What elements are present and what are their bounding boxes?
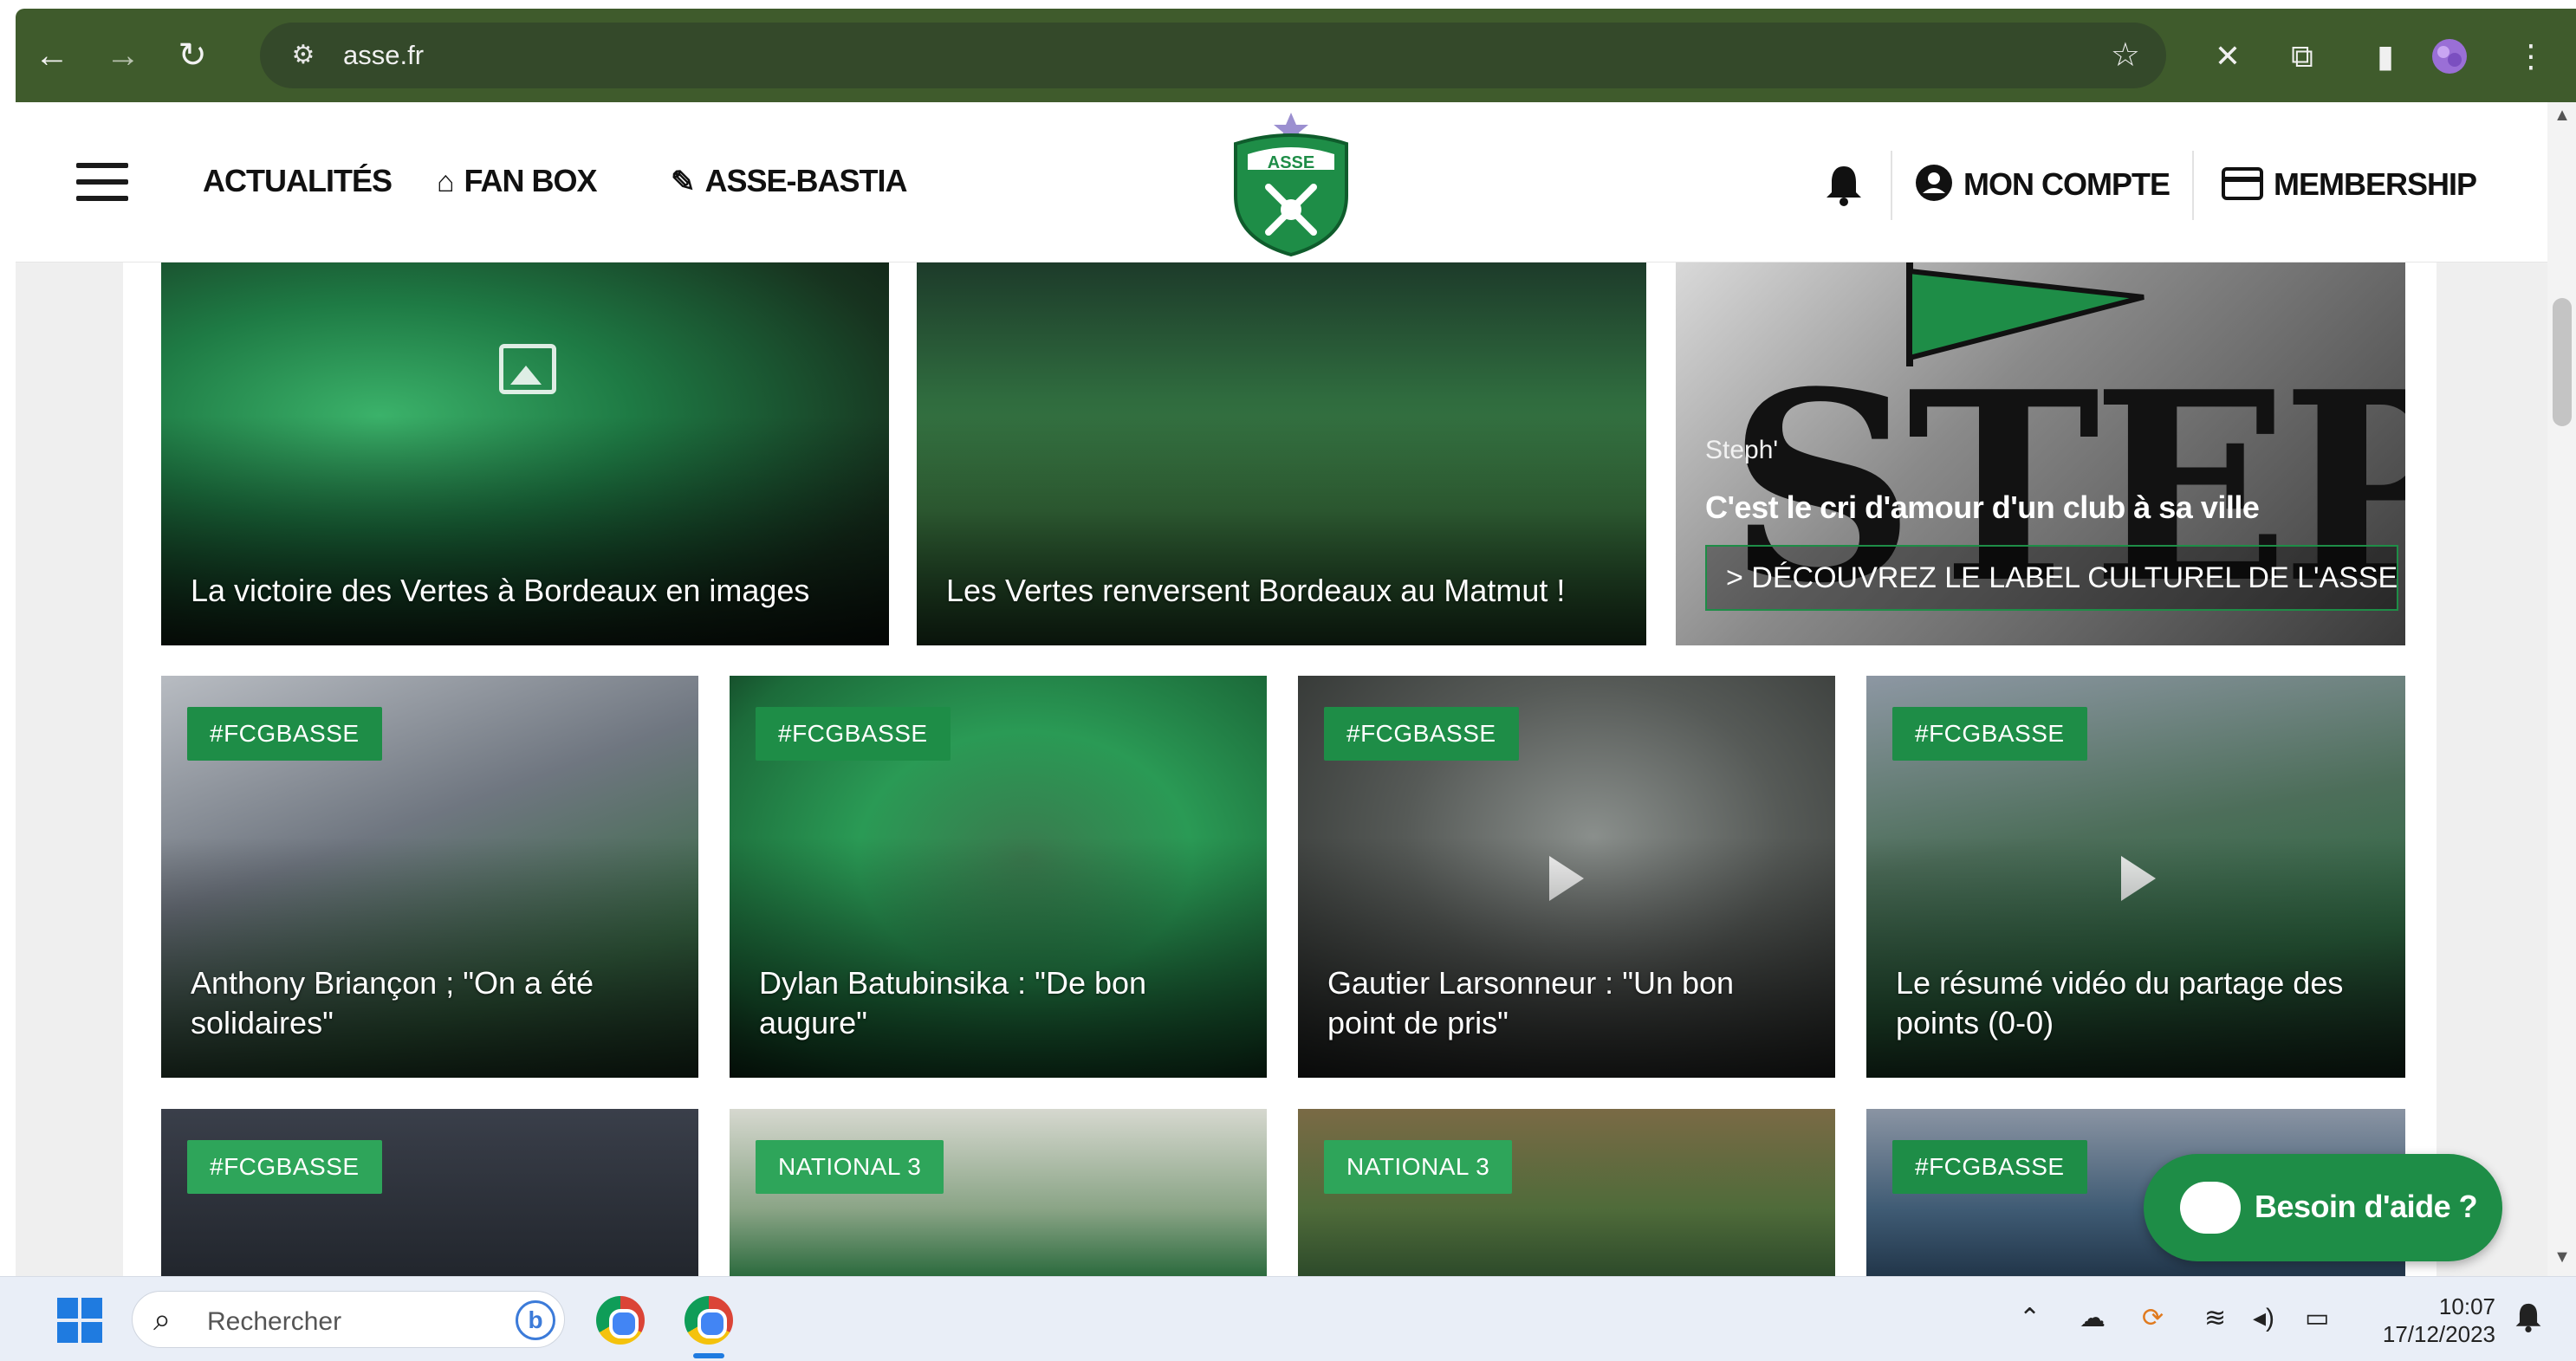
bookmark-star-icon[interactable]: ☆ — [2111, 36, 2140, 75]
chat-bubble-icon — [2180, 1182, 2241, 1234]
wifi-icon[interactable]: ≋ — [2204, 1301, 2226, 1336]
forward-icon[interactable]: → — [102, 35, 144, 76]
back-icon[interactable]: ← — [31, 35, 73, 76]
clock-time: 10:07 — [2438, 1293, 2495, 1319]
ticket-icon: ✎ — [671, 165, 695, 198]
home-icon: ⌂ — [437, 165, 455, 198]
membership-link[interactable]: MEMBERSHIP — [2222, 163, 2477, 207]
category-tag[interactable]: #FCGBASSE — [756, 707, 951, 761]
gallery-icon — [499, 344, 556, 394]
windows-taskbar: ⌕ Rechercher b ⌃ ☁ ⟳ ≋ ◂) ▭ 10:07 17/12/… — [0, 1276, 2576, 1361]
card-title: La victoire des Vertes à Bordeaux en ima… — [191, 573, 810, 608]
nav-fan-box[interactable]: ⌂ FAN BOX — [437, 159, 598, 204]
nav-asse-bastia[interactable]: ✎ ASSE-BASTIA — [671, 159, 908, 204]
scrollbar-thumb[interactable] — [2553, 298, 2572, 426]
steph-promo-card[interactable]: STEPH' Steph' C'est le cri d'amour d'un … — [1676, 262, 2405, 645]
chrome-icon[interactable] — [596, 1296, 645, 1345]
scroll-up-icon[interactable]: ▲ — [2551, 106, 2573, 126]
search-icon: ⌕ — [153, 1301, 172, 1337]
card-icon — [2222, 164, 2263, 207]
url-text[interactable]: asse.fr — [343, 40, 424, 71]
card-title: Anthony Briançon ; "On a été solidaires" — [191, 965, 594, 1040]
help-label: Besoin d'aide ? — [2255, 1189, 2478, 1224]
video-card[interactable]: #FCGBASSE Gautier Larsonneur : "Un bon p… — [1298, 676, 1835, 1078]
promo-title: C'est le cri d'amour d'un club à sa vill… — [1705, 489, 2260, 525]
scroll-down-icon[interactable]: ▼ — [2551, 1248, 2573, 1267]
card-title: Dylan Batubinsika : "De bon augure" — [759, 965, 1147, 1040]
site-header: ACTUALITÉS ⌂ FAN BOX ✎ ASSE-BASTIA ASSE MO… — [16, 102, 2576, 262]
profile-avatar-icon[interactable] — [2430, 36, 2469, 76]
sidepanel-icon[interactable]: ▮ — [2365, 36, 2405, 76]
clock-date: 17/12/2023 — [2382, 1321, 2495, 1347]
category-tag[interactable]: #FCGBASSE — [1324, 707, 1519, 761]
site-info-icon[interactable]: ⚙ — [286, 38, 321, 73]
notification-bell-icon[interactable] — [1825, 163, 1863, 216]
news-card[interactable]: #FCGBASSE Dylan Batubinsika : "De bon au… — [730, 676, 1267, 1078]
taskbar-search[interactable]: ⌕ Rechercher b — [132, 1291, 565, 1348]
video-card[interactable]: #FCGBASSE Le résumé vidéo du partage des… — [1866, 676, 2405, 1078]
divider — [2192, 151, 2194, 220]
news-card[interactable]: #FCGBASSE Anthony Briançon ; "On a été s… — [161, 676, 698, 1078]
battery-icon[interactable]: ▭ — [2305, 1301, 2329, 1336]
news-card[interactable]: Les Vertes renversent Bordeaux au Matmut… — [917, 262, 1646, 645]
chrome-icon[interactable] — [685, 1296, 733, 1345]
help-chat-button[interactable]: Besoin d'aide ? — [2144, 1154, 2502, 1261]
sync-icon[interactable]: ⟳ — [2142, 1301, 2164, 1336]
account-icon — [1915, 164, 1953, 207]
divider — [1891, 151, 1892, 220]
category-tag[interactable]: #FCGBASSE — [187, 1140, 382, 1194]
promo-kicker: Steph' — [1705, 436, 1779, 464]
category-tag[interactable]: NATIONAL 3 — [756, 1140, 944, 1194]
x-extension-icon[interactable]: ✕ — [2208, 36, 2248, 76]
puzzle-icon[interactable]: ⧉ — [2282, 36, 2322, 76]
asse-logo[interactable]: ASSE — [1225, 109, 1357, 258]
active-app-indicator — [693, 1353, 724, 1358]
discover-label-button[interactable]: > DÉCOUVREZ LE LABEL CULTUREL DE L'ASSE — [1705, 545, 2398, 611]
reload-icon[interactable]: ↻ — [172, 35, 213, 76]
card-title: Gautier Larsonneur : "Un bon point de pr… — [1327, 965, 1735, 1040]
category-tag[interactable]: #FCGBASSE — [187, 707, 382, 761]
category-tag[interactable]: #FCGBASSE — [1892, 707, 2087, 761]
my-account-link[interactable]: MON COMPTE — [1915, 163, 2170, 207]
chevron-up-icon[interactable]: ⌃ — [2019, 1301, 2041, 1336]
kebab-menu-icon[interactable]: ⋮ — [2511, 36, 2551, 76]
svg-text:ASSE: ASSE — [1268, 153, 1314, 172]
search-placeholder: Rechercher — [207, 1307, 342, 1336]
card-title: Les Vertes renversent Bordeaux au Matmut… — [946, 573, 1566, 608]
windows-start-icon[interactable] — [57, 1298, 102, 1343]
page-scrollbar[interactable] — [2547, 102, 2576, 1276]
volume-icon[interactable]: ◂) — [2253, 1301, 2274, 1336]
taskbar-clock[interactable]: 10:07 17/12/2023 — [2365, 1293, 2495, 1348]
category-tag[interactable]: NATIONAL 3 — [1324, 1140, 1513, 1194]
address-bar[interactable]: ⚙ asse.fr ☆ — [260, 23, 2166, 88]
card-title: Le résumé vidéo du partage des points (0… — [1896, 965, 2344, 1040]
news-card[interactable]: NATIONAL 3 — [1298, 1109, 1835, 1276]
hamburger-icon[interactable] — [76, 163, 128, 201]
cloud-icon[interactable]: ☁ — [2080, 1301, 2106, 1336]
bing-icon[interactable]: b — [516, 1300, 555, 1340]
notification-bell-icon[interactable] — [2514, 1301, 2542, 1342]
news-card[interactable]: #FCGBASSE — [161, 1109, 698, 1276]
nav-actualites[interactable]: ACTUALITÉS — [203, 159, 393, 203]
news-card[interactable]: La victoire des Vertes à Bordeaux en ima… — [161, 262, 889, 645]
category-tag[interactable]: #FCGBASSE — [1892, 1140, 2087, 1194]
browser-toolbar: ← → ↻ ⚙ asse.fr ☆ ✕ ⧉ ▮ ⋮ — [16, 9, 2576, 102]
news-card[interactable]: NATIONAL 3 — [730, 1109, 1267, 1276]
